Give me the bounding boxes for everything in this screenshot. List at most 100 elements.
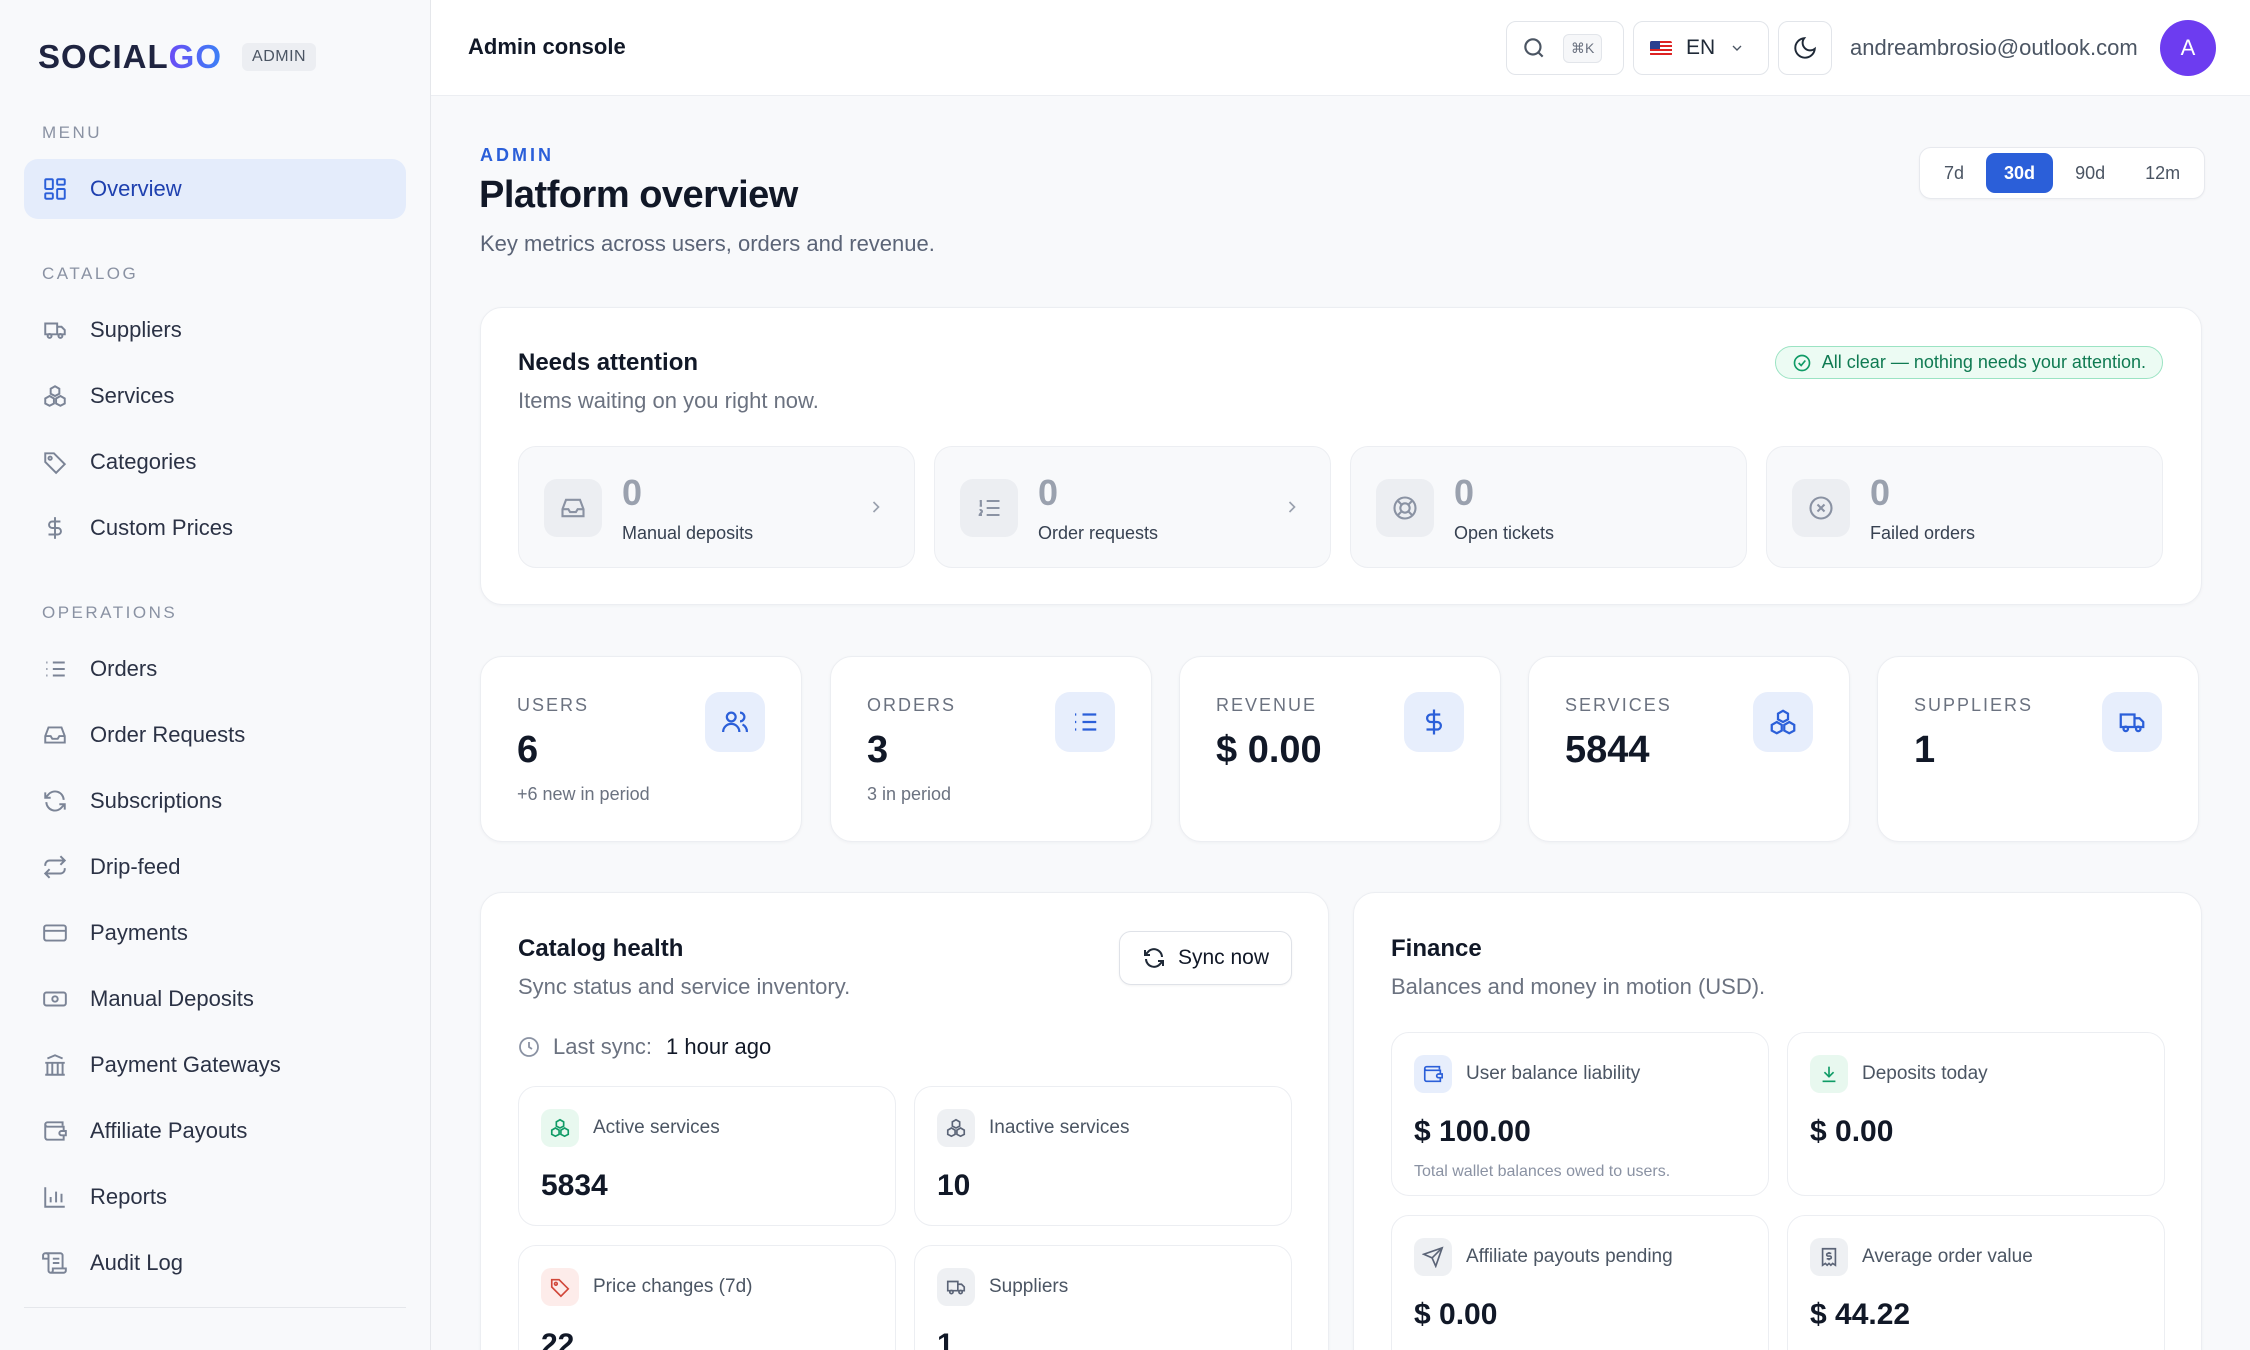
sidebar-item-affiliate-payouts[interactable]: Affiliate Payouts — [24, 1101, 406, 1161]
sidebar-item-custom-prices[interactable]: Custom Prices — [24, 498, 406, 558]
avatar[interactable]: A — [2160, 20, 2216, 76]
sidebar-item-label: Payments — [90, 920, 188, 945]
stat-users[interactable]: USERS 6 +6 new in period — [480, 656, 802, 842]
admin-badge: ADMIN — [242, 43, 317, 71]
stat-label: SERVICES — [1565, 695, 1672, 715]
truck-icon — [44, 322, 66, 339]
finance-subtitle: Balances and money in motion (USD). — [1391, 974, 1766, 999]
stat-revenue[interactable]: REVENUE $ 0.00 — [1179, 656, 1501, 842]
tile-label: Average order value — [1862, 1246, 2033, 1267]
stat-label: REVENUE — [1216, 695, 1318, 715]
list-icon — [46, 661, 65, 677]
receipt-icon — [1810, 1238, 1848, 1276]
stat-value: 6 — [517, 729, 539, 771]
wallet-icon — [44, 1121, 67, 1141]
stat-suppliers[interactable]: SUPPLIERS 1 — [1877, 656, 2199, 842]
tile-value: 5834 — [541, 1169, 608, 1202]
attention-failed-orders[interactable]: 0 Failed orders — [1766, 446, 2163, 568]
page-subtitle: Key metrics across users, orders and rev… — [480, 231, 935, 256]
tile-note: Total wallet balances owed to users. — [1414, 1163, 1671, 1180]
card-icon — [43, 924, 67, 942]
attention-open-tickets[interactable]: 0 Open tickets — [1350, 446, 1747, 568]
last-sync: Last sync: 1 hour ago — [517, 1034, 771, 1060]
sidebar-item-overview[interactable]: Overview — [24, 159, 406, 219]
truck-icon — [937, 1268, 975, 1306]
stat-orders[interactable]: ORDERS 3 3 in period — [830, 656, 1152, 842]
sidebar-item-label: Payment Gateways — [90, 1052, 281, 1077]
sidebar-item-payment-gateways[interactable]: Payment Gateways — [24, 1035, 406, 1095]
refresh-icon — [1143, 948, 1164, 968]
tile-user-balance-liability: User balance liability $ 100.00 Total wa… — [1391, 1032, 1769, 1196]
sidebar-item-label: Manual Deposits — [90, 986, 254, 1011]
theme-toggle[interactable] — [1778, 21, 1832, 75]
user-email[interactable]: andreambrosio@outlook.com — [1850, 35, 2138, 61]
attention-order-requests[interactable]: 0 Order requests — [934, 446, 1331, 568]
tile-value: $ 0.00 — [1810, 1115, 1894, 1148]
sidebar-item-manual-deposits[interactable]: Manual Deposits — [24, 969, 406, 1029]
x-circle-icon — [1792, 479, 1850, 537]
attention-manual-deposits[interactable]: 0 Manual deposits — [518, 446, 915, 568]
moon-icon — [1794, 37, 1816, 59]
finance-card: Finance Balances and money in motion (US… — [1353, 892, 2202, 1350]
clock-icon — [519, 1037, 539, 1057]
inbox-icon — [544, 479, 602, 537]
tag-icon — [44, 452, 67, 475]
page-eyebrow: ADMIN — [480, 145, 554, 165]
tile-deposits-today: Deposits today $ 0.00 — [1787, 1032, 2165, 1196]
tile-value: $ 0.00 — [1414, 1298, 1498, 1331]
boxes-icon — [44, 385, 66, 407]
stat-label: USERS — [517, 695, 590, 715]
dollar-icon — [1404, 692, 1464, 752]
sidebar-item-order-requests[interactable]: Order Requests — [24, 705, 406, 765]
inbox-icon — [44, 726, 66, 744]
sidebar-item-suppliers[interactable]: Suppliers — [24, 300, 406, 360]
sidebar-item-categories[interactable]: Categories — [24, 432, 406, 492]
sidebar-item-drip-feed[interactable]: Drip-feed — [24, 837, 406, 897]
sidebar-item-label: Order Requests — [90, 722, 246, 747]
sidebar: SOCIAL GO ADMIN MENU Overview CATALOG Sup… — [0, 0, 431, 1350]
needs-attention-card: Needs attention Items waiting on you rig… — [480, 307, 2202, 605]
sidebar-item-subscriptions[interactable]: Subscriptions — [24, 771, 406, 831]
tile-label: Deposits today — [1862, 1063, 1988, 1084]
tile-value: $ 44.22 — [1810, 1298, 1911, 1331]
scroll-icon — [42, 1252, 67, 1274]
stat-value: 5844 — [1565, 729, 1650, 771]
language-value: EN — [1686, 36, 1716, 59]
boxes-icon — [541, 1109, 579, 1147]
range-12m[interactable]: 12m — [2127, 153, 2198, 193]
repeat-icon — [43, 855, 67, 879]
range-7d[interactable]: 7d — [1926, 153, 1982, 193]
attention-value: 0 — [1870, 472, 1891, 513]
range-90d[interactable]: 90d — [2057, 153, 2123, 193]
needs-attention-title: Needs attention — [518, 349, 699, 376]
sidebar-item-reports[interactable]: Reports — [24, 1167, 406, 1227]
section-menu: MENU — [42, 123, 103, 142]
tile-value: $ 100.00 — [1414, 1115, 1531, 1148]
sidebar-item-label: Suppliers — [90, 317, 182, 342]
search-button[interactable]: ⌘K — [1506, 21, 1624, 75]
sidebar-item-label: Reports — [90, 1184, 168, 1209]
logo[interactable]: SOCIAL GO — [38, 38, 222, 76]
download-icon — [1810, 1055, 1848, 1093]
search-shortcut: ⌘K — [1563, 33, 1603, 63]
banknote-icon — [43, 991, 67, 1007]
chevron-right-icon — [872, 501, 880, 513]
wallet-icon — [1414, 1055, 1452, 1093]
stat-services[interactable]: SERVICES 5844 — [1528, 656, 1850, 842]
sidebar-item-payments[interactable]: Payments — [24, 903, 406, 963]
sidebar-item-audit-log[interactable]: Audit Log — [24, 1233, 406, 1293]
stat-note: 3 in period — [867, 784, 952, 804]
sidebar-item-label: Orders — [90, 656, 158, 681]
catalog-subtitle: Sync status and service inventory. — [518, 974, 851, 999]
truck-icon — [2102, 692, 2162, 752]
language-select[interactable]: EN — [1633, 21, 1769, 75]
catalog-health-card: Catalog health Sync status and service i… — [480, 892, 1329, 1350]
sync-now-button[interactable]: Sync now — [1118, 931, 1292, 985]
stat-value: 1 — [1914, 729, 1936, 771]
range-30d[interactable]: 30d — [1986, 153, 2054, 193]
tile-value: 1 — [937, 1328, 954, 1350]
sidebar-item-orders[interactable]: Orders — [24, 639, 406, 699]
users-icon — [705, 692, 765, 752]
sidebar-item-services[interactable]: Services — [24, 366, 406, 426]
tile-label: Active services — [593, 1117, 720, 1138]
